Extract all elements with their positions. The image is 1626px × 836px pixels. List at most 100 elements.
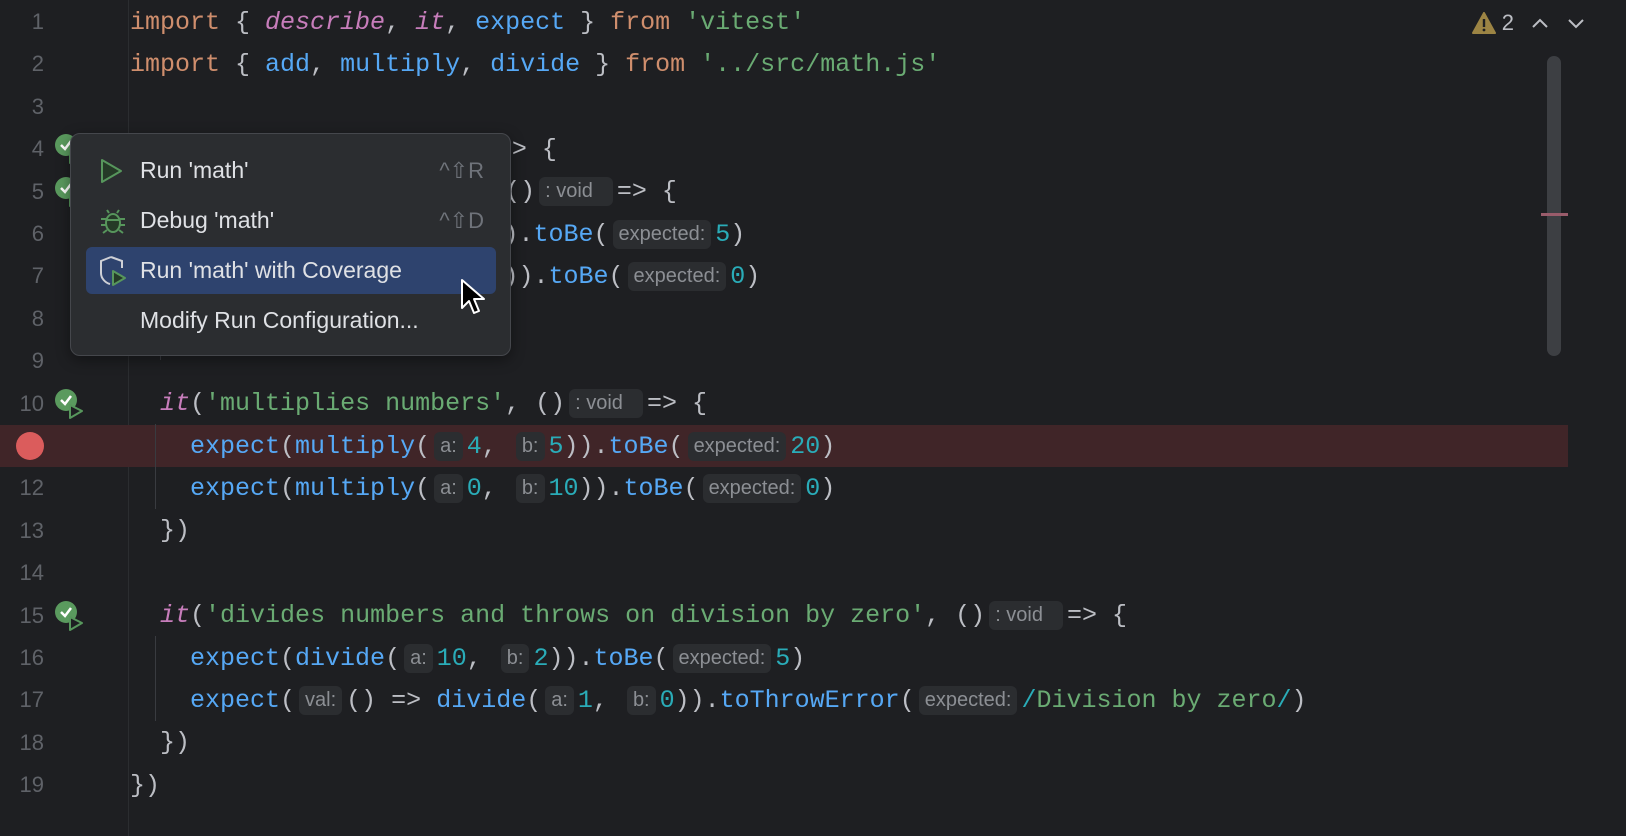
code-line[interactable]: 18 }) xyxy=(0,722,1568,764)
code-token: multiply xyxy=(295,473,416,503)
line-number[interactable]: 18 xyxy=(0,730,44,756)
code-token: expect xyxy=(190,473,281,503)
coverage-icon xyxy=(98,255,138,286)
inlay-hint: b: xyxy=(515,431,545,461)
menu-item-run-with-coverage[interactable]: Run 'math' with Coverage xyxy=(86,247,496,294)
error-stripe-marker[interactable] xyxy=(1541,213,1568,216)
code-token: toBe xyxy=(533,219,594,249)
code-token: 20 xyxy=(790,431,821,461)
menu-item-modify-run-configuration[interactable]: Modify Run Configuration... xyxy=(86,297,496,344)
vertical-scrollbar[interactable] xyxy=(1547,56,1561,356)
code-token: 0 xyxy=(466,473,482,503)
code-token: ) xyxy=(820,431,836,461)
line-number[interactable]: 16 xyxy=(0,645,44,671)
inlay-hint: expected: xyxy=(687,431,787,461)
warnings-indicator[interactable]: 2 xyxy=(1471,10,1514,36)
code-token: ) xyxy=(820,473,836,503)
shortcut: ^⇧R xyxy=(439,157,484,183)
inlay-hint: a: xyxy=(434,431,463,461)
line-number[interactable]: 8 xyxy=(0,306,44,332)
inspection-widget: 2 xyxy=(1471,10,1586,36)
line-number[interactable]: 3 xyxy=(0,94,44,120)
code-token: 10 xyxy=(548,473,579,503)
code-line[interactable]: 1 import { describe, it, expect } from 'v… xyxy=(0,1,1568,43)
code-line[interactable]: 13 }) xyxy=(0,510,1568,552)
code-line[interactable]: expect(multiply(a: 4, b: 5)). toBe(expected… xyxy=(0,425,1568,467)
line-number[interactable]: 6 xyxy=(0,221,44,247)
inlay-hint: a: xyxy=(404,643,433,673)
inlay-hint: b: xyxy=(626,685,656,715)
code-token: from xyxy=(625,49,686,79)
code-token: , () xyxy=(505,389,566,419)
code-token: Division by zero xyxy=(1036,685,1277,715)
code-token: )). xyxy=(674,685,720,715)
line-number[interactable]: 9 xyxy=(0,348,44,374)
code-token: 'divides numbers and throws on division … xyxy=(205,601,926,631)
breakpoint-icon[interactable] xyxy=(16,432,44,460)
line-number[interactable]: 17 xyxy=(0,687,44,713)
menu-item-run[interactable]: Run 'math' ^⇧R xyxy=(86,147,496,194)
line-number[interactable]: 2 xyxy=(0,51,44,77)
code-token: multiply xyxy=(340,49,461,79)
code-text: it('multiplies numbers', (): void => { xyxy=(130,389,707,419)
code-line[interactable]: 17 expect(val:() => divide(a: 1, b: 0)). to… xyxy=(0,679,1568,721)
inlay-hint: expected: xyxy=(627,261,727,291)
code-line[interactable]: 14 xyxy=(0,552,1568,594)
warning-icon xyxy=(1471,12,1496,34)
line-number[interactable]: 7 xyxy=(0,263,44,289)
code-token: , xyxy=(310,49,341,79)
inlay-hint: expected: xyxy=(612,219,712,249)
code-line[interactable]: 10 it('multiplies numbers', (): void => { xyxy=(0,383,1568,425)
inlay-hint: : void xyxy=(989,601,1063,631)
line-number[interactable]: 4 xyxy=(0,136,44,162)
code-text: expect(multiply(a: 4, b: 5)). toBe(expected… xyxy=(130,431,836,461)
line-number[interactable]: 14 xyxy=(0,560,44,586)
code-token: it xyxy=(415,7,446,37)
code-line[interactable]: 19}) xyxy=(0,764,1568,806)
code-line[interactable]: 12 expect(multiply(a: 0, b: 10)). toBe(expe… xyxy=(0,467,1568,509)
code-line[interactable]: 3 xyxy=(0,86,1568,128)
code-text: expect(multiply(a: 0, b: 10)). toBe(expecte… xyxy=(130,473,836,503)
code-token: => { xyxy=(646,389,707,419)
code-token: ( xyxy=(593,219,609,249)
code-token: ) xyxy=(745,261,761,291)
previous-problem-icon[interactable] xyxy=(1530,16,1550,30)
code-token: 0 xyxy=(659,685,675,715)
line-number[interactable]: 19 xyxy=(0,772,44,798)
inlay-hint: a: xyxy=(545,685,574,715)
code-token: , xyxy=(481,473,512,503)
line-number[interactable]: 5 xyxy=(0,179,44,205)
menu-item-label: Run 'math' with Coverage xyxy=(140,257,402,283)
line-number[interactable]: 10 xyxy=(0,391,44,417)
menu-item-debug[interactable]: Debug 'math' ^⇧D xyxy=(86,197,496,244)
code-token: ( xyxy=(280,473,296,503)
code-token: 'vitest' xyxy=(685,7,806,37)
code-line[interactable]: 2 import { add, multiply, divide } from '… xyxy=(0,43,1568,85)
next-problem-icon[interactable] xyxy=(1566,16,1586,30)
code-token: ( xyxy=(190,601,206,631)
test-passed-run-icon[interactable] xyxy=(54,600,86,632)
code-text: import { add, multiply, divide } from '.… xyxy=(130,50,940,79)
menu-item-label: Modify Run Configuration... xyxy=(140,307,419,333)
line-number[interactable]: 13 xyxy=(0,518,44,544)
code-token: { xyxy=(220,7,266,37)
inlay-hint: expected: xyxy=(672,643,772,673)
code-token: )). xyxy=(578,473,624,503)
code-token: toThrowError xyxy=(719,685,900,715)
line-number[interactable]: 15 xyxy=(0,603,44,629)
line-number[interactable]: 12 xyxy=(0,475,44,501)
code-token: from xyxy=(610,7,671,37)
code-token: toBe xyxy=(548,261,609,291)
test-passed-run-icon[interactable] xyxy=(54,388,86,420)
code-token: it xyxy=(160,389,191,419)
code-line[interactable]: 16 expect(divide(a: 10, b: 2)). toBe(expect… xyxy=(0,637,1568,679)
code-token: 'multiplies numbers' xyxy=(205,389,506,419)
line-number[interactable]: 1 xyxy=(0,9,44,35)
code-token: 2 xyxy=(533,643,549,673)
code-line[interactable]: 15 it('divides numbers and throws on div… xyxy=(0,595,1568,637)
menu-item-label: Debug 'math' xyxy=(140,207,275,233)
